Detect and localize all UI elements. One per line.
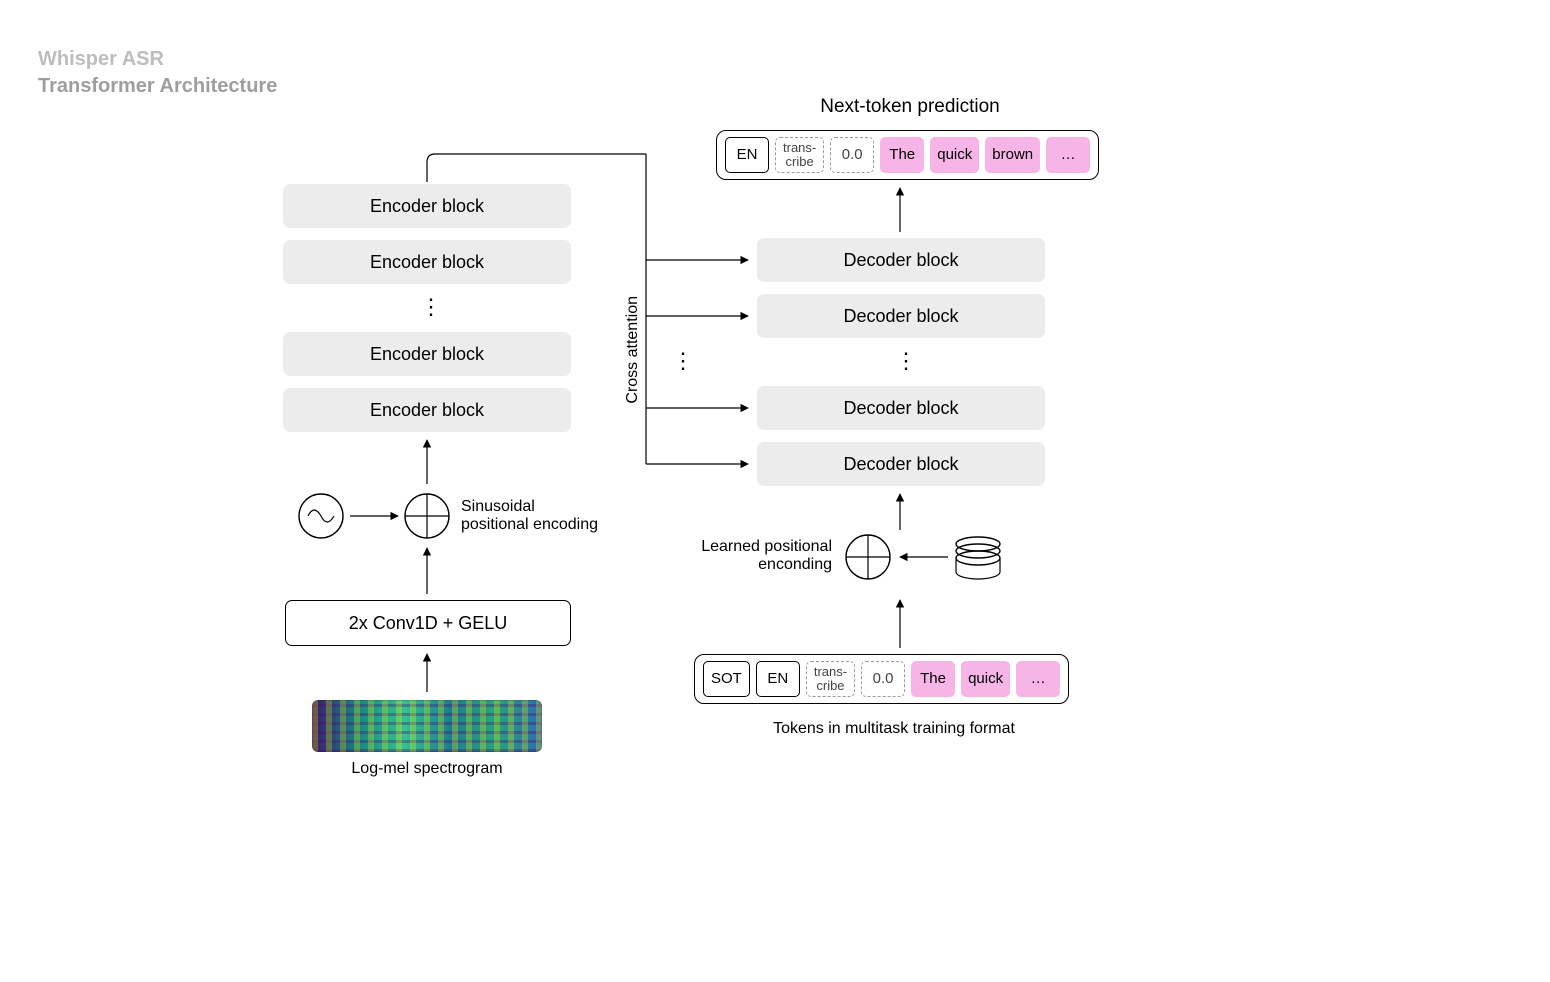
learned-pos-enc-label: Learned positional enconding bbox=[662, 538, 832, 574]
sinusoidal-pos-enc-label: Sinusoidal positional encoding bbox=[461, 498, 598, 534]
cross-attention-label: Cross attention bbox=[624, 296, 642, 404]
embedding-stack-icon bbox=[956, 537, 1000, 579]
encoder-block-3: Encoder block bbox=[283, 332, 571, 376]
conv1d-gelu-box: 2x Conv1D + GELU bbox=[285, 600, 571, 646]
encoder-top-elbow bbox=[427, 154, 646, 182]
title-line-1: Whisper ASR bbox=[38, 46, 277, 73]
output-token-6: … bbox=[1046, 137, 1090, 173]
input-token-row: SOTENtrans- cribe0.0Thequick… bbox=[694, 654, 1069, 704]
decoder-block-4: Decoder block bbox=[757, 442, 1045, 486]
input-token-0: SOT bbox=[703, 661, 750, 697]
spectrogram-caption: Log-mel spectrogram bbox=[312, 760, 542, 778]
diagram-title: Whisper ASR Transformer Architecture bbox=[38, 46, 277, 100]
encoder-block-4: Encoder block bbox=[283, 388, 571, 432]
encoder-sum-icon bbox=[405, 494, 449, 538]
input-token-1: EN bbox=[756, 661, 800, 697]
decoder-sum-icon bbox=[846, 535, 890, 579]
input-token-5: quick bbox=[961, 661, 1010, 697]
input-token-4: The bbox=[911, 661, 955, 697]
sine-circle-icon bbox=[299, 494, 343, 538]
output-token-0: EN bbox=[725, 137, 769, 173]
next-token-prediction-title: Next-token prediction bbox=[760, 96, 1060, 118]
decoder-block-2: Decoder block bbox=[757, 294, 1045, 338]
input-token-2: trans- cribe bbox=[806, 661, 855, 697]
input-token-3: 0.0 bbox=[861, 661, 905, 697]
title-line-2: Transformer Architecture bbox=[38, 73, 277, 100]
encoder-vdots: ⋮ bbox=[420, 304, 442, 310]
encoder-block-1: Encoder block bbox=[283, 184, 571, 228]
output-token-1: trans- cribe bbox=[775, 137, 824, 173]
output-token-4: quick bbox=[930, 137, 979, 173]
cross-attention-vdots: ⋮ bbox=[672, 358, 694, 364]
input-tokens-caption: Tokens in multitask training format bbox=[694, 720, 1094, 738]
output-token-row: ENtrans- cribe0.0Thequickbrown… bbox=[716, 130, 1099, 180]
output-token-2: 0.0 bbox=[830, 137, 874, 173]
sine-wave-icon bbox=[308, 510, 334, 522]
output-token-5: brown bbox=[985, 137, 1040, 173]
decoder-vdots: ⋮ bbox=[895, 358, 917, 364]
output-token-3: The bbox=[880, 137, 924, 173]
log-mel-spectrogram bbox=[312, 700, 542, 752]
input-token-6: … bbox=[1016, 661, 1060, 697]
decoder-block-3: Decoder block bbox=[757, 386, 1045, 430]
encoder-block-2: Encoder block bbox=[283, 240, 571, 284]
decoder-block-1: Decoder block bbox=[757, 238, 1045, 282]
